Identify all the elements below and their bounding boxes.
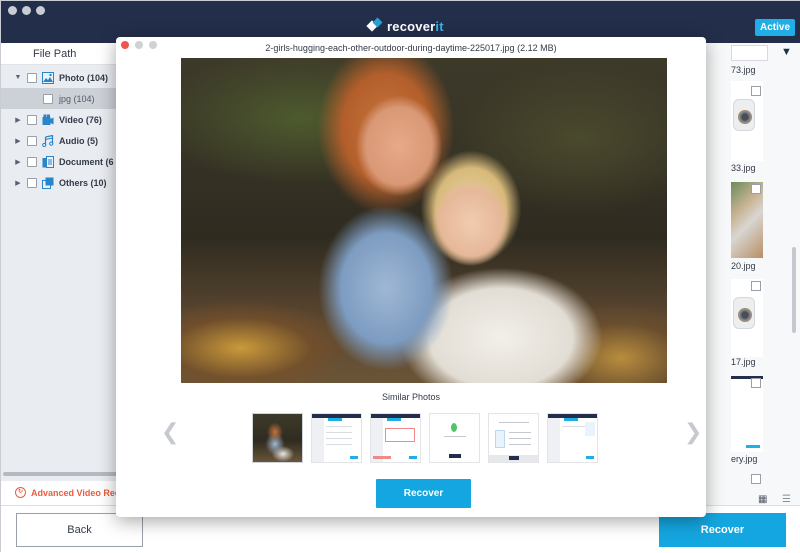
others-icon [42, 177, 54, 189]
advanced-recovery-icon: ↻ [15, 487, 26, 498]
tree-item-audio[interactable]: ▶ Audio (5) [1, 130, 131, 151]
file-path-tab[interactable]: File Path [33, 48, 76, 60]
photo-icon [42, 71, 54, 84]
preview-modal: 2-girls-hugging-each-other-outdoor-durin… [116, 37, 706, 517]
status-badge[interactable]: Active [755, 19, 796, 36]
file-checkbox[interactable] [751, 184, 761, 194]
file-checkbox[interactable] [751, 281, 761, 291]
file-name: 20.jpg [731, 261, 756, 271]
preview-image [181, 58, 667, 383]
tree-item-label: Audio (5) [59, 135, 98, 146]
file-name: 33.jpg [731, 163, 756, 173]
logo-text: recoverit [387, 18, 444, 34]
tree-item-label: Others (10) [59, 177, 107, 188]
horizontal-scrollbar[interactable] [3, 472, 129, 476]
chevron-down-icon[interactable]: ▼ [12, 74, 24, 81]
close-window-button[interactable] [8, 6, 17, 15]
back-button[interactable]: Back [16, 513, 143, 547]
chevron-right-icon[interactable]: ▶ [12, 158, 24, 166]
tree-item-photo[interactable]: ▼ Photo (104) [1, 67, 131, 88]
similar-photo-thumb[interactable] [370, 413, 421, 463]
advanced-video-recovery-link[interactable]: ↻ Advanced Video Rec [1, 481, 131, 505]
app-window: recoverit Active File Path ▼ Photo (104)… [0, 0, 800, 553]
checkbox[interactable] [27, 156, 37, 167]
camera-file-icon [733, 99, 755, 131]
checkbox[interactable] [27, 72, 37, 83]
document-icon [42, 155, 54, 168]
vertical-scrollbar[interactable] [792, 247, 796, 333]
tree-item-label: Video (76) [59, 114, 102, 125]
audio-icon [42, 134, 54, 147]
sidebar-header: File Path [1, 43, 131, 65]
preview-title: 2-girls-hugging-each-other-outdoor-durin… [265, 43, 557, 53]
tree-item-document[interactable]: ▶ Document (6 [1, 151, 131, 172]
file-checkbox[interactable] [751, 474, 761, 484]
chevron-right-icon[interactable]: ▶ [12, 116, 24, 124]
chevron-right-icon[interactable]: ▶ [12, 179, 24, 187]
checkbox[interactable] [27, 177, 37, 188]
similar-photo-thumb[interactable] [252, 413, 303, 463]
file-checkbox[interactable] [751, 378, 761, 388]
preview-recover-button[interactable]: Recover [376, 479, 471, 508]
file-name: 73.jpg [731, 65, 756, 75]
tree-item-video[interactable]: ▶ Video (76) [1, 109, 131, 130]
similar-photos-label: Similar Photos [381, 392, 441, 402]
file-name: ery.jpg [731, 454, 758, 464]
tree-item-label: Document (6 [59, 156, 114, 167]
tree-item-label: jpg (104) [59, 93, 95, 104]
chevron-right-icon[interactable]: ▶ [12, 137, 24, 145]
tree-item-label: Photo (104) [59, 72, 109, 83]
recover-button[interactable]: Recover [659, 513, 786, 547]
camera-file-icon [733, 297, 755, 329]
next-arrow-icon[interactable]: ❯ [684, 419, 702, 445]
video-icon [42, 114, 54, 126]
file-name: 17.jpg [731, 357, 756, 367]
file-grid-panel: ▼ 73.jpg 33.jpg 20.jpg 17.jpg ery.jpg ▦ … [701, 43, 800, 505]
tree-item-jpg[interactable]: jpg (104) [1, 88, 131, 109]
minimize-window-button[interactable] [22, 6, 31, 15]
similar-photo-thumb[interactable] [429, 413, 480, 463]
similar-photo-thumb[interactable] [311, 413, 362, 463]
grid-view-icon[interactable]: ▦ [758, 494, 767, 505]
app-logo: recoverit [366, 16, 444, 36]
checkbox[interactable] [43, 93, 53, 104]
filter-icon[interactable]: ▼ [781, 46, 792, 58]
sidebar: File Path ▼ Photo (104) jpg (104) ▶ Vide… [1, 43, 131, 481]
file-checkbox[interactable] [751, 86, 761, 96]
search-input[interactable] [731, 45, 768, 61]
logo-icon [366, 17, 383, 33]
list-view-icon[interactable]: ☰ [782, 494, 791, 505]
checkbox[interactable] [27, 135, 37, 146]
tree-item-others[interactable]: ▶ Others (10) [1, 172, 131, 193]
previous-arrow-icon[interactable]: ❮ [161, 419, 179, 445]
similar-photo-thumb[interactable] [488, 413, 539, 463]
checkbox[interactable] [27, 114, 37, 125]
similar-photo-thumb[interactable] [547, 413, 598, 463]
advanced-video-recovery-label: Advanced Video Rec [31, 488, 120, 498]
zoom-window-button[interactable] [36, 6, 45, 15]
